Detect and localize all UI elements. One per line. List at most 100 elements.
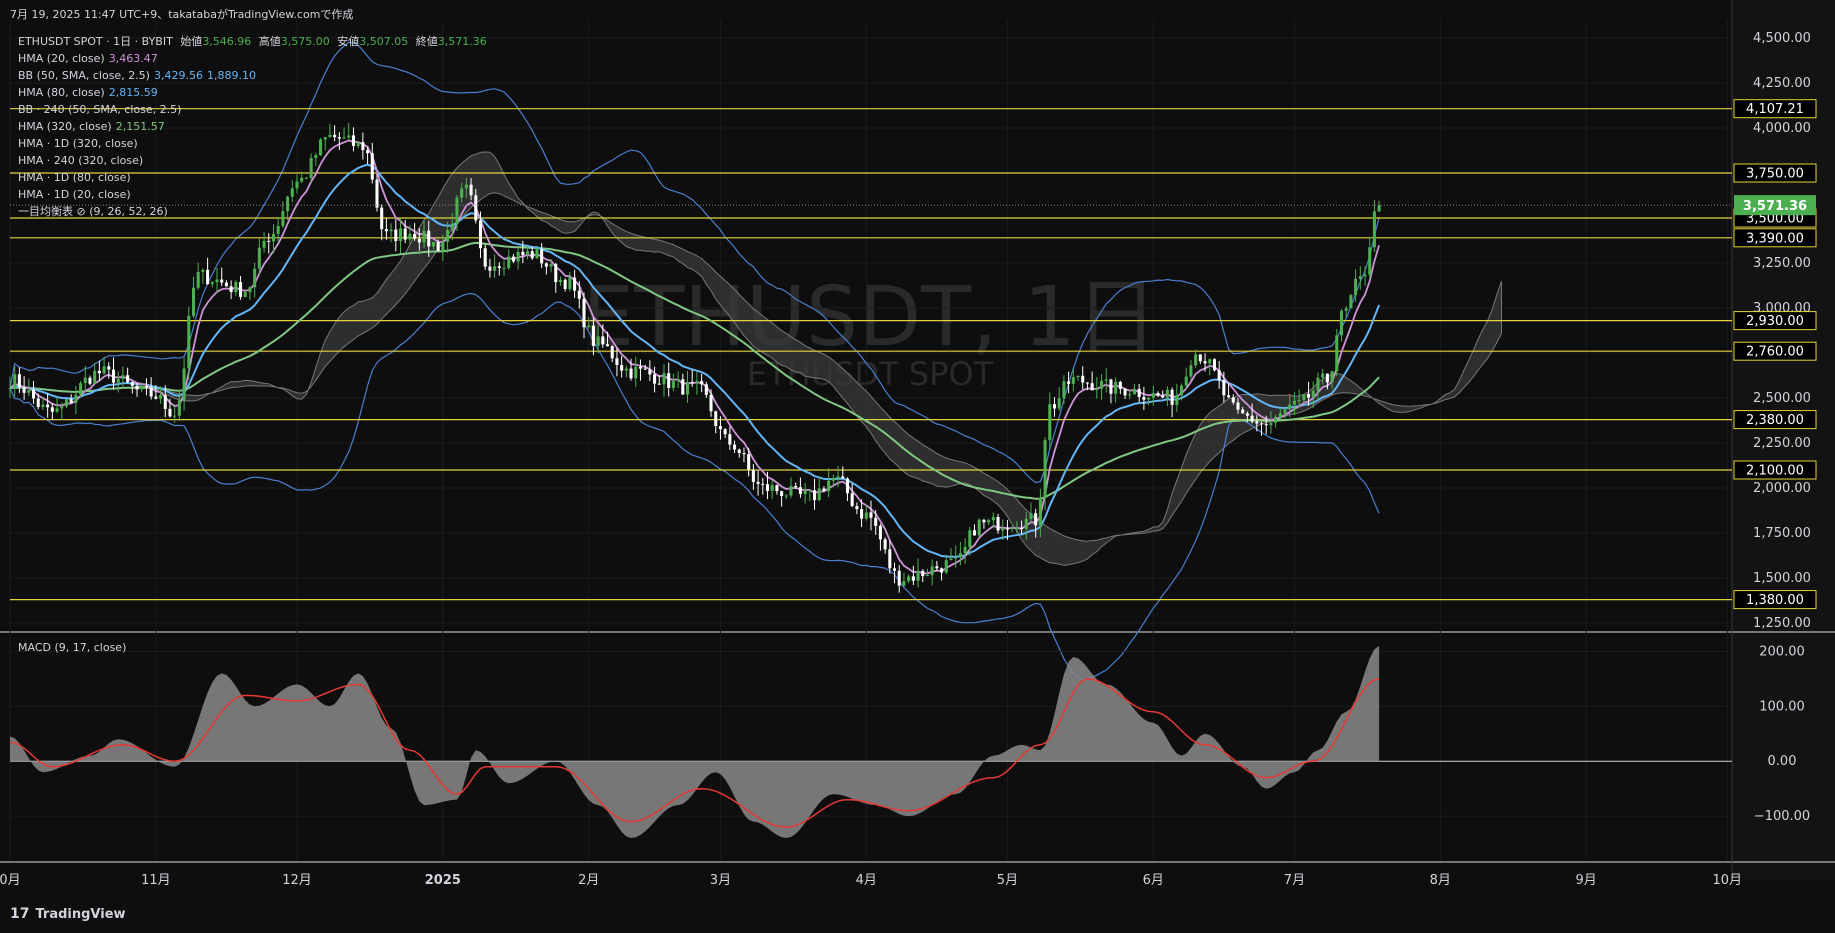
candle-body — [714, 411, 718, 427]
legend-indicator[interactable]: HMA · 240 (320, close) — [18, 152, 487, 169]
candle-body — [1010, 528, 1014, 530]
legend-indicator-name: HMA · 1D (20, close) — [18, 188, 131, 201]
candle-body — [1123, 388, 1127, 396]
candle-body — [276, 226, 280, 234]
candle-body — [1377, 205, 1381, 212]
candle-body — [1283, 409, 1287, 414]
candle-body — [667, 373, 671, 388]
candle-body — [1179, 385, 1184, 396]
legend-indicator[interactable]: HMA · 1D (320, close) — [18, 135, 487, 152]
candle-body — [761, 483, 765, 485]
time-tick-label: 4月 — [856, 873, 877, 888]
candle-body — [756, 481, 760, 484]
candle-body — [229, 286, 233, 293]
candle-body — [177, 400, 181, 416]
candle-body — [991, 517, 995, 521]
candle-body — [1363, 274, 1367, 277]
candle-body — [436, 242, 440, 251]
candle-body — [1259, 423, 1264, 425]
legend-indicator[interactable]: 一目均衡表 ⊘ (9, 26, 52, 26) — [18, 203, 487, 220]
candle-body — [441, 242, 445, 251]
candle-body — [27, 389, 31, 393]
candle-body — [1104, 379, 1108, 381]
candle-body — [210, 282, 214, 285]
candle-body — [1344, 308, 1348, 311]
candle-body — [568, 277, 572, 290]
candle-body — [1081, 375, 1085, 383]
candle-body — [1165, 389, 1169, 398]
candle-body — [201, 269, 205, 272]
level-price-label: 2,380.00 — [1746, 413, 1804, 428]
candle-body — [1020, 528, 1024, 530]
candle-body — [446, 229, 450, 243]
candle-body — [987, 520, 991, 523]
candle-body — [1090, 383, 1094, 391]
candle-body — [187, 315, 191, 369]
candle-body — [803, 490, 807, 494]
legend-indicator[interactable]: BB · 240 (50, SMA, close, 2.5) — [18, 101, 487, 118]
candle-body — [1062, 381, 1066, 399]
candle-body — [1212, 359, 1216, 371]
candle-body — [111, 369, 116, 383]
candle-body — [1368, 247, 1372, 275]
candle-body — [163, 395, 167, 409]
candle-body — [243, 292, 247, 297]
candle-body — [234, 281, 238, 293]
candle-body — [723, 429, 727, 435]
candle-body — [394, 229, 398, 242]
candle-body — [657, 383, 661, 385]
candle-body — [1203, 361, 1207, 364]
candle-body — [798, 487, 802, 494]
candle-body — [624, 368, 628, 371]
candle-body — [954, 556, 958, 559]
legend-ohlc: ETHUSDT SPOT · 1日 · BYBIT 始値3,546.96 高値3… — [18, 35, 487, 48]
legend-indicator-name: HMA · 1D (320, close) — [18, 137, 138, 150]
tradingview-footer[interactable]: 17 TradingView — [10, 906, 126, 922]
price-tick-label: 3,250.00 — [1753, 256, 1811, 271]
candle-body — [257, 247, 261, 269]
legend-indicator[interactable]: BB (50, SMA, close, 2.5) 3,429.56 1,889.10 — [18, 67, 487, 84]
candle-body — [925, 575, 929, 577]
legend-indicator[interactable]: HMA (20, close) 3,463.47 — [18, 50, 487, 67]
candle-body — [1161, 395, 1165, 398]
candle-body — [813, 490, 817, 501]
price-tick-label: 1,750.00 — [1753, 526, 1811, 541]
candle-body — [116, 378, 120, 383]
time-tick-label: 3月 — [710, 873, 731, 888]
candle-body — [930, 566, 934, 576]
candle-body — [949, 558, 953, 561]
candle-body — [1292, 400, 1296, 405]
candle-body — [1316, 377, 1320, 391]
candle-body — [573, 277, 577, 291]
price-tick-label: 1,250.00 — [1753, 616, 1811, 631]
candle-body — [554, 264, 558, 283]
time-tick-label: 11月 — [141, 873, 171, 888]
legend-indicator-value: 3,463.47 — [108, 52, 158, 65]
legend-symbol[interactable]: ETHUSDT SPOT · 1日 · BYBIT — [18, 35, 173, 48]
legend-indicator[interactable]: HMA (320, close) 2,151.57 — [18, 118, 487, 135]
candle-body — [535, 249, 539, 259]
candle-body — [1250, 415, 1254, 422]
candle-body — [144, 386, 148, 388]
candle-body — [502, 267, 506, 269]
candle-body — [944, 560, 948, 573]
candle-body — [634, 366, 638, 379]
candle-body — [422, 230, 426, 243]
candle-body — [577, 290, 581, 299]
legend-indicator[interactable]: HMA (80, close) 2,815.59 — [18, 84, 487, 101]
candle-body — [1335, 335, 1339, 372]
candle-body — [1354, 278, 1358, 296]
legend-indicator[interactable]: HMA · 1D (80, close) — [18, 169, 487, 186]
candle-body — [36, 398, 40, 408]
candle-body — [102, 366, 106, 374]
candle-body — [587, 325, 591, 328]
legend-indicator[interactable]: HMA · 1D (20, close) — [18, 186, 487, 203]
time-tick-label: 5月 — [997, 873, 1018, 888]
time-tick-label: 12月 — [282, 873, 312, 888]
candle-body — [239, 281, 243, 297]
candle-body — [31, 389, 36, 399]
candle-body — [601, 336, 605, 345]
candle-body — [1358, 276, 1362, 279]
candle-body — [1029, 513, 1033, 519]
candle-body — [911, 576, 915, 581]
